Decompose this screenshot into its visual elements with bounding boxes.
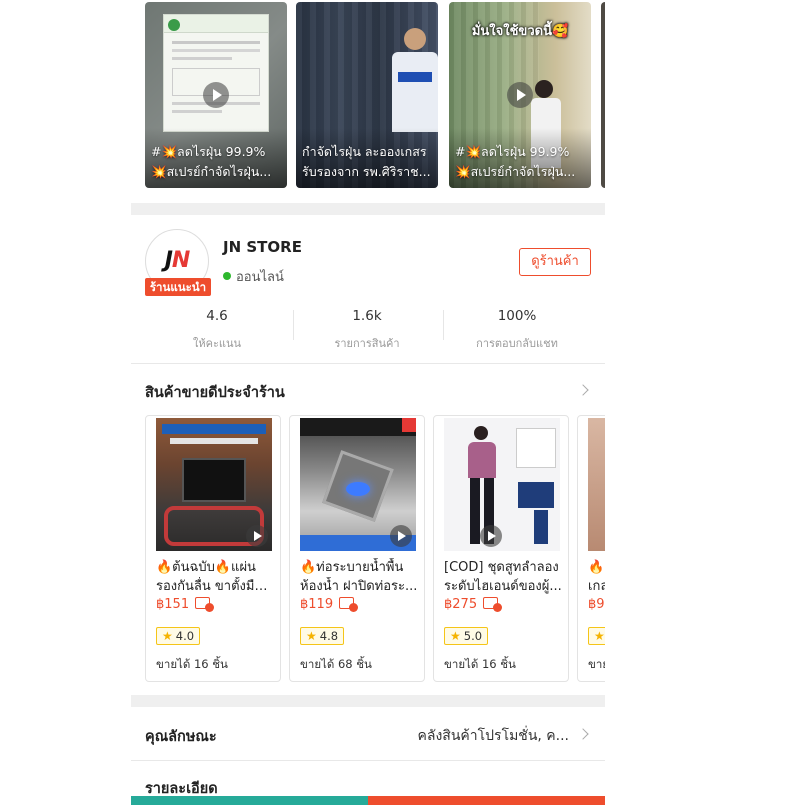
coins-icon	[483, 597, 503, 612]
product-image	[588, 418, 605, 551]
product-price: ฿9	[588, 597, 605, 612]
product-page: #💥ลดไรฝุ่น 99.9% 💥สเปรย์กำจัดไรฝุ่น... ก…	[131, 0, 605, 805]
online-status-icon	[223, 272, 231, 280]
divider	[131, 760, 605, 761]
product-image	[300, 418, 416, 551]
store-stat-rating: 4.6 ให้คะแนน	[143, 308, 291, 352]
product-rating: ★	[588, 627, 605, 645]
store-stat-chat-response: 100% การตอบกลับแชท	[443, 308, 591, 352]
video-card[interactable]: กำจัดไรฝุ่น ละอองเกสร รับรองจาก รพ.ศิริร…	[296, 2, 438, 188]
video-carousel[interactable]: #💥ลดไรฝุ่น 99.9% 💥สเปรย์กำจัดไรฝุ่น... ก…	[131, 0, 605, 190]
attributes-value[interactable]: คลังสินค้าโปรโมชั่น, ค...	[418, 725, 569, 747]
product-card[interactable]: 🔥ต้นฉบับ🔥แผ่น รองกันลื่น ขาตั้งมือ... ฿1…	[145, 415, 281, 682]
stat-value: 4.6	[206, 308, 228, 324]
play-icon[interactable]	[480, 525, 502, 547]
product-name: 🔥ท่อระบายน้ำพื้น ห้องน้ำ ฝาปิดท่อระ...	[300, 560, 418, 594]
stat-value: 1.6k	[352, 308, 382, 324]
store-status: ออนไลน์	[223, 266, 284, 287]
stat-label: รายการสินค้า	[334, 337, 400, 350]
chat-now-button[interactable]	[131, 796, 368, 805]
stat-label: ให้คะแนน	[192, 337, 242, 350]
chevron-right-icon[interactable]	[577, 384, 589, 396]
video-caption: #💥ลดไรฝุ่น 99.9% 💥สเปรย์กำจัดไรฝุ่น...	[455, 144, 576, 179]
product-sold-count: ขาย	[588, 657, 605, 671]
play-icon[interactable]	[246, 525, 268, 547]
star-icon: ★	[594, 629, 605, 643]
video-card[interactable]: มั่นใจใช้ขวดนี้🥰 #💥ลดไรฝุ่น 99.9% 💥สเปรย…	[449, 2, 591, 188]
product-card[interactable]: [COD] ชุดสูทลำลอง ระดับไฮเอนด์ของผู้... …	[433, 415, 569, 682]
product-rating: ★ 4.8	[300, 627, 345, 645]
coins-icon	[339, 597, 359, 612]
play-icon[interactable]	[203, 82, 229, 108]
play-icon[interactable]	[507, 82, 533, 108]
store-logo-text: JN	[164, 248, 191, 273]
stat-value: 100%	[497, 308, 537, 324]
view-shop-button[interactable]: ดูร้านค้า	[519, 248, 591, 276]
product-sold-count: ขายได้ 68 ชิ้น	[300, 657, 372, 671]
store-status-text: ออนไลน์	[236, 270, 284, 285]
star-icon: ★	[162, 629, 173, 643]
buy-now-button[interactable]	[368, 796, 605, 805]
divider	[131, 363, 605, 364]
video-caption: กำจัดไรฝุ่น ละอองเกสร รับรองจาก รพ.ศิริร…	[302, 144, 431, 179]
video-card[interactable]: #💥ลดไรฝุ่น 99.9% 💥สเปรย์กำจัดไรฝุ่น...	[145, 2, 287, 188]
section-divider	[131, 203, 605, 215]
product-sold-count: ขายได้ 16 ชิ้น	[444, 657, 516, 671]
play-icon[interactable]	[390, 525, 412, 547]
product-rating: ★ 4.0	[156, 627, 201, 645]
product-name: [COD] ชุดสูทลำลอง ระดับไฮเอนด์ของผู้...	[444, 560, 562, 594]
product-image	[156, 418, 272, 551]
product-name: 🔥 เกล	[588, 560, 605, 594]
video-top-tag: มั่นใจใช้ขวดนี้🥰	[471, 24, 569, 39]
chevron-right-icon[interactable]	[577, 728, 589, 740]
product-price: ฿119	[300, 597, 359, 612]
section-divider	[131, 695, 605, 707]
recommended-shop-badge: ร้านแนะนำ	[145, 278, 211, 296]
star-icon: ★	[450, 629, 461, 643]
product-sold-count: ขายได้ 16 ชิ้น	[156, 657, 228, 671]
video-card-partial[interactable]	[601, 2, 605, 188]
store-stat-products: 1.6k รายการสินค้า	[293, 308, 441, 352]
store-name[interactable]: JN STORE	[223, 238, 302, 256]
product-card[interactable]: 🔥ท่อระบายน้ำพื้น ห้องน้ำ ฝาปิดท่อระ... ฿…	[289, 415, 425, 682]
attributes-label[interactable]: คุณลักษณะ	[145, 725, 217, 748]
bestsellers-title[interactable]: สินค้าขายดีประจำร้าน	[145, 381, 285, 404]
product-price: ฿151	[156, 597, 215, 612]
product-name: 🔥ต้นฉบับ🔥แผ่น รองกันลื่น ขาตั้งมือ...	[156, 560, 274, 594]
product-card-partial[interactable]: 🔥 เกล ฿9 ★ ขาย	[577, 415, 605, 682]
video-caption: #💥ลดไรฝุ่น 99.9% 💥สเปรย์กำจัดไรฝุ่น...	[151, 144, 272, 179]
coins-icon	[195, 597, 215, 612]
stat-label: การตอบกลับแชท	[476, 337, 558, 350]
product-image	[444, 418, 560, 551]
product-price: ฿275	[444, 597, 503, 612]
star-icon: ★	[306, 629, 317, 643]
product-rating: ★ 5.0	[444, 627, 489, 645]
